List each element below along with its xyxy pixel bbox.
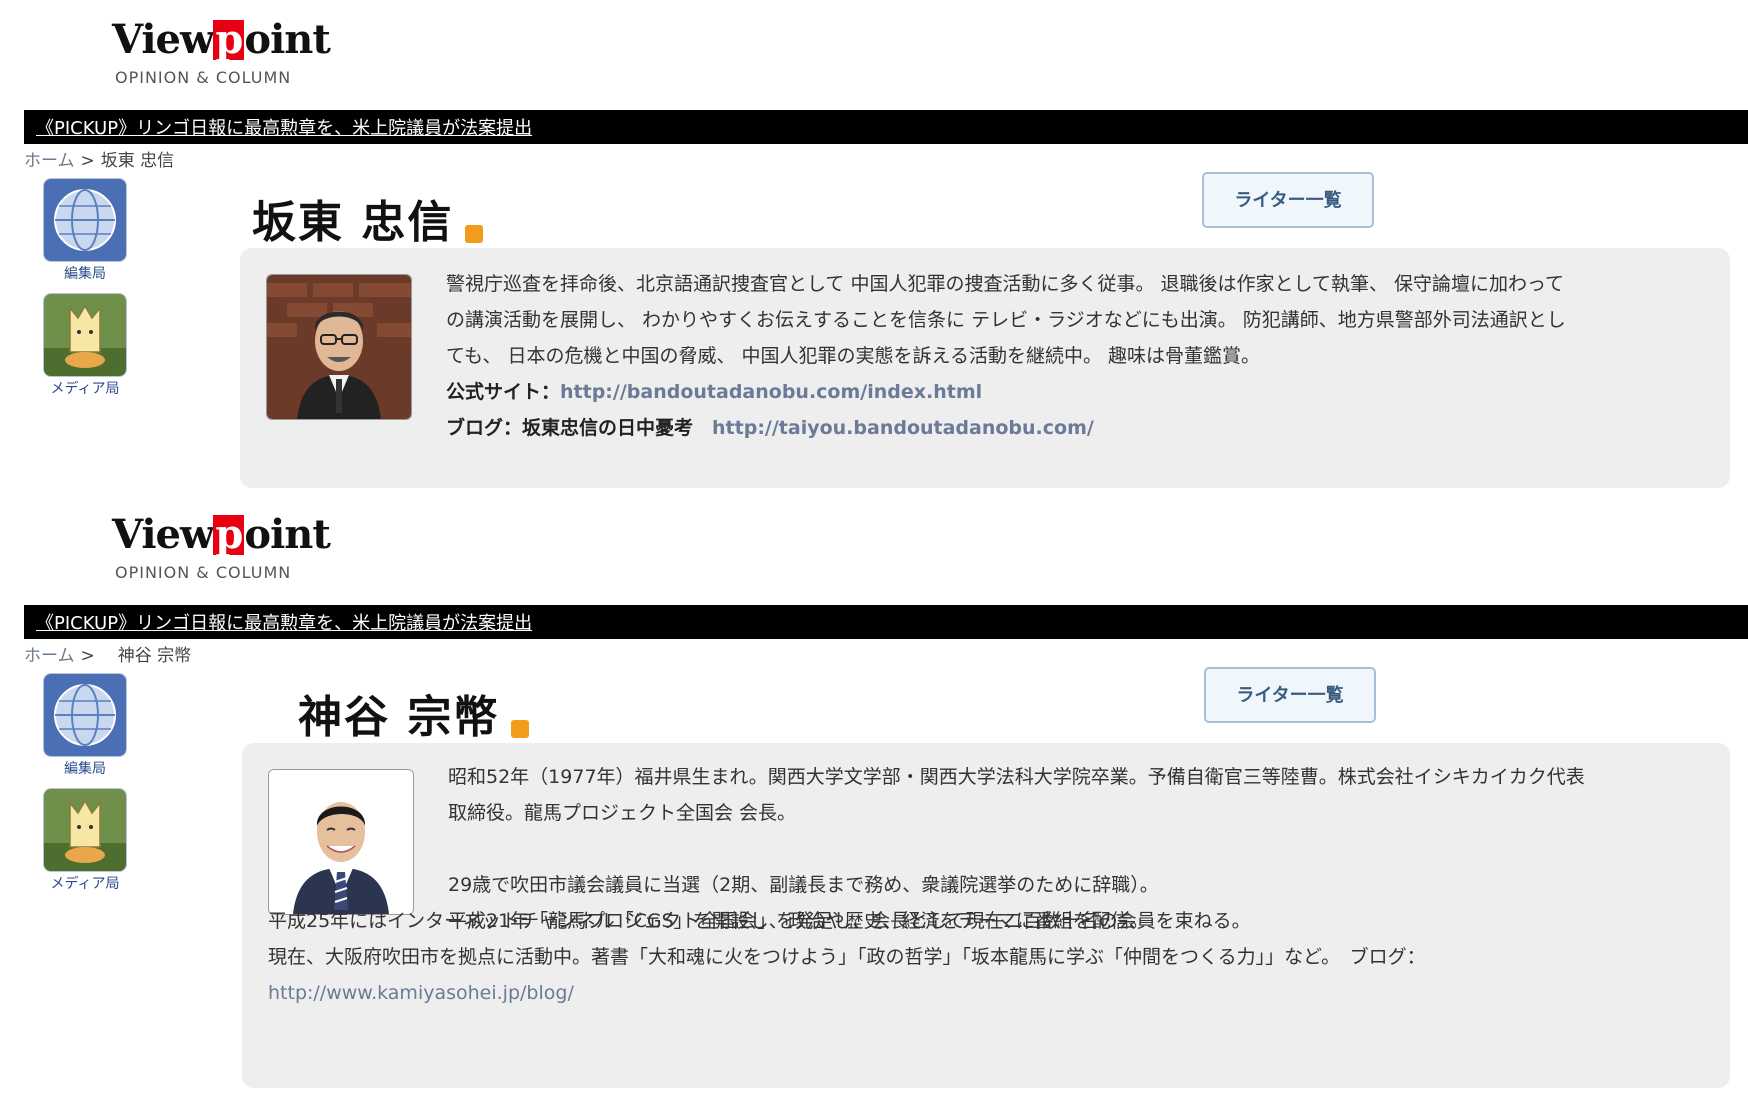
writer-bio: 警視庁巡査を拝命後、北京語通訳捜査官として 中国人犯罪の捜査活動に多く従事。 退… (446, 266, 1706, 446)
breadcrumb: ホーム > 坂東 忠信 (24, 146, 174, 171)
logo-tagline: OPINION & COLUMN (115, 68, 292, 87)
bio-line: 昭和52年（1977年）福井県生まれ。関西大学文学部・関西大学法科大学院卒業。予… (448, 766, 1585, 788)
side-item-label: 編集局 (64, 761, 106, 777)
blog-row: ブログ：坂東忠信の日中憂考 http://taiyou.bandoutadano… (446, 410, 1706, 446)
bio-line: 29歳で吹田市議会議員に当選（2期、副議長まで務め、衆議院選挙のために辞職）。 (448, 874, 1159, 896)
bio-line: ても、 日本の危機と中国の脅威、 中国人犯罪の実態を訴える活動を継続中。 趣味は… (446, 345, 1261, 367)
breadcrumb-current: 神谷 宗幣 (117, 646, 192, 666)
writer-photo (268, 769, 414, 915)
side-nav: 編集局 メディア局 (40, 178, 130, 408)
mascot-icon (43, 788, 127, 872)
pickup-banner: 《PICKUP》リンゴ日報に最高勲章を、米上院議員が法案提出 (24, 605, 1748, 639)
bio-line: 警視庁巡査を拝命後、北京語通訳捜査官として 中国人犯罪の捜査活動に多く従事。 退… (446, 273, 1565, 295)
breadcrumb-current: 坂東 忠信 (100, 151, 175, 171)
writer-name: 神谷 宗幣 (298, 681, 530, 745)
pickup-link[interactable]: 《PICKUP》リンゴ日報に最高勲章を、米上院議員が法案提出 (36, 114, 532, 140)
writer-list-button[interactable]: ライター一覧 (1204, 667, 1376, 723)
rss-icon[interactable] (465, 225, 484, 243)
profile-box: 警視庁巡査を拝命後、北京語通訳捜査官として 中国人犯罪の捜査活動に多く従事。 退… (240, 248, 1730, 488)
breadcrumb-separator: > (80, 646, 95, 666)
blog-label: ブログ：坂東忠信の日中憂考 (446, 417, 694, 439)
writer-list-button[interactable]: ライター一覧 (1202, 172, 1374, 228)
breadcrumb-home-link[interactable]: ホーム (24, 151, 75, 171)
writer-photo (266, 274, 412, 420)
bio-line: 平成25年にはインターネットチャンネル「CGS」を開設し、政治や歴史、経済をテー… (268, 910, 1149, 932)
mascot-icon (43, 293, 127, 377)
logo-wordmark: Viewpoint (112, 511, 331, 558)
side-item-media[interactable]: メディア局 (40, 788, 130, 893)
pickup-banner: 《PICKUP》リンゴ日報に最高勲章を、米上院議員が法案提出 (24, 110, 1748, 144)
blog-link[interactable]: http://taiyou.bandoutadanobu.com/ (712, 417, 1094, 439)
side-item-label: メディア局 (50, 381, 120, 397)
globe-icon (43, 178, 127, 262)
side-item-editorial[interactable]: 編集局 (40, 178, 130, 283)
official-site-link[interactable]: http://bandoutadanobu.com/index.html (560, 381, 982, 403)
blog-link[interactable]: http://www.kamiyasohei.jp/blog/ (268, 982, 574, 1004)
side-nav: 編集局 メディア局 (40, 673, 130, 903)
rss-icon[interactable] (511, 720, 530, 738)
official-site-row: 公式サイト：http://bandoutadanobu.com/index.ht… (446, 374, 1706, 410)
writer-section-kamiya: Viewpoint OPINION & COLUMN 《PICKUP》リンゴ日報… (0, 495, 1748, 1088)
writer-section-bando: Viewpoint OPINION & COLUMN 《PICKUP》リンゴ日報… (0, 0, 1748, 495)
globe-icon (43, 673, 127, 757)
logo-wordmark: Viewpoint (112, 16, 331, 63)
side-item-media[interactable]: メディア局 (40, 293, 130, 398)
side-item-editorial[interactable]: 編集局 (40, 673, 130, 778)
bio-line: 現在、大阪府吹田市を拠点に活動中。著書「大和魂に火をつけよう」「政の哲学」「坂本… (268, 946, 1426, 968)
side-item-label: 編集局 (64, 266, 106, 282)
breadcrumb-separator: > (80, 151, 95, 171)
breadcrumb-home-link[interactable]: ホーム (24, 646, 75, 666)
writer-bio-bottom: 平成25年にはインターネットチャンネル「CGS」を開設し、政治や歴史、経済をテー… (268, 903, 1708, 1011)
writer-name: 坂東 忠信 (252, 186, 484, 250)
profile-box: 昭和52年（1977年）福井県生まれ。関西大学文学部・関西大学法科大学院卒業。予… (242, 743, 1730, 1088)
breadcrumb: ホーム > 神谷 宗幣 (24, 641, 191, 666)
side-item-label: メディア局 (50, 876, 120, 892)
logo-tagline: OPINION & COLUMN (115, 563, 292, 582)
pickup-link[interactable]: 《PICKUP》リンゴ日報に最高勲章を、米上院議員が法案提出 (36, 609, 532, 635)
bio-line: の講演活動を展開し、 わかりやすくお伝えすることを信条に テレビ・ラジオなどにも… (446, 309, 1566, 331)
bio-blank-line (448, 831, 1708, 867)
official-site-label: 公式サイト： (446, 381, 561, 403)
viewpoint-logo[interactable]: Viewpoint OPINION & COLUMN (112, 18, 332, 98)
bio-line: 取締役。龍馬プロジェクト全国会 会長。 (448, 802, 797, 824)
viewpoint-logo[interactable]: Viewpoint OPINION & COLUMN (112, 513, 332, 593)
